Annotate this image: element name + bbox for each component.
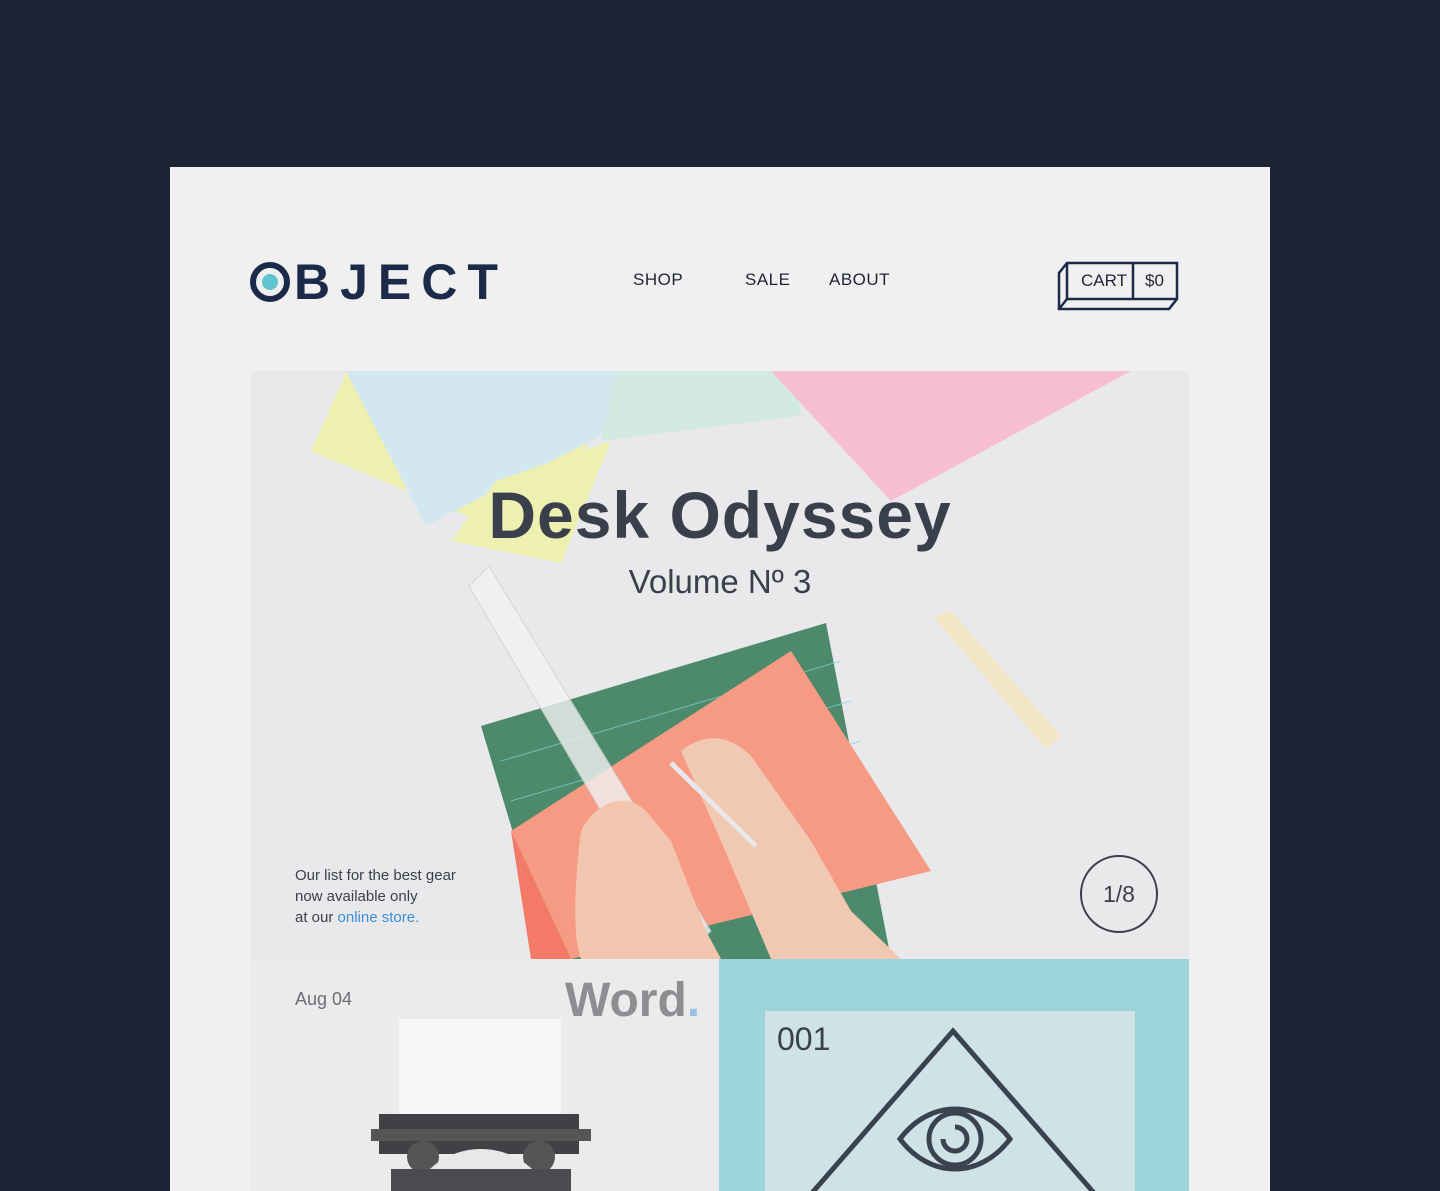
card-inner-panel: 001 [765,1011,1135,1191]
cart-total: $0 [1145,271,1164,290]
card-title-text: Word [565,974,687,1027]
hero-note-line: now available only [295,888,418,905]
slide-counter[interactable]: 1/8 [1080,855,1158,933]
card-title-dot: . [686,974,701,1027]
brand-logo[interactable]: BJECT [250,254,508,310]
hero-banner: Desk Odyssey Volume Nº 3 Our list for th… [251,371,1189,959]
logo-text: BJECT [294,254,508,310]
card-date: Aug 04 [295,989,353,1009]
hero-note: Our list for the best gear now available… [295,865,456,928]
article-card-001[interactable]: 001 [719,959,1189,1191]
article-card-word[interactable]: Aug 04 Word. [251,959,719,1191]
page: BJECT SHOP SALE ABOUT CART $0 Desk Odyss… [170,167,1270,1191]
online-store-link[interactable]: online store. [338,909,420,926]
card-title: Word. [565,973,700,1028]
hero-note-prefix: at our [295,909,338,926]
hero-subtitle: Volume Nº 3 [628,563,812,600]
typewriter-image [371,1019,591,1191]
hero-note-line: Our list for the best gear [295,867,456,884]
hero-note-line: at our online store. [295,907,456,928]
logo-circle-icon [250,262,290,302]
nav-shop[interactable]: SHOP [633,270,683,290]
cart-label: CART [1081,271,1127,290]
nav-about[interactable]: ABOUT [829,270,890,290]
cart-button[interactable]: CART $0 [1057,261,1179,311]
nav-sale[interactable]: SALE [745,270,790,290]
logo-dot [262,274,278,290]
card-number: 001 [777,1021,831,1057]
hero-title: Desk Odyssey [488,478,952,552]
